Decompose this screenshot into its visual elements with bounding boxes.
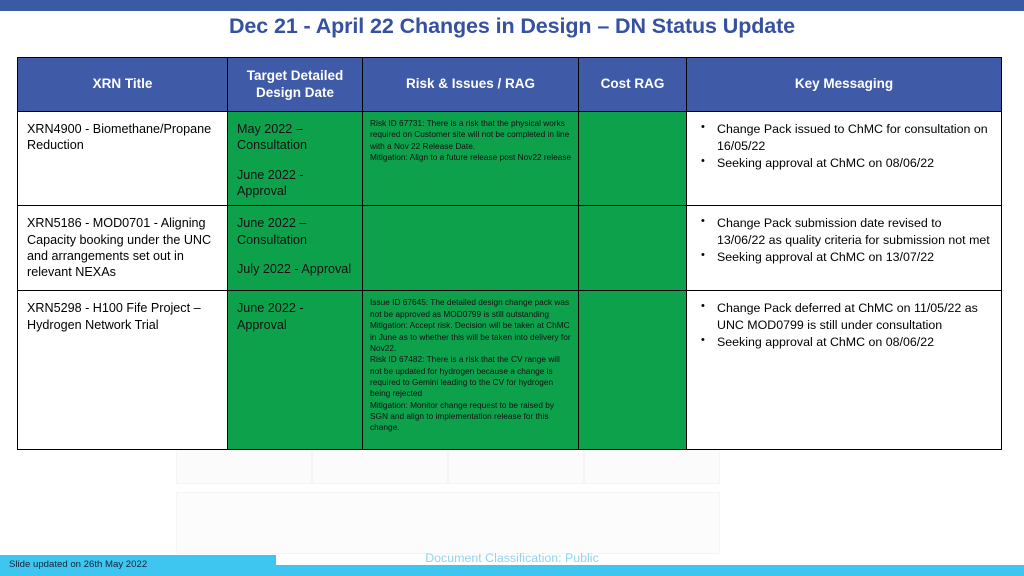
target-date-line-2: June 2022 - Approval — [237, 167, 304, 199]
column-header-cost-rag: Cost RAG — [578, 57, 687, 112]
footer-bar-left: Slide updated on 26th May 2022 — [0, 555, 276, 576]
list-item: Change Pack deferred at ChMC on 11/05/22… — [701, 299, 993, 333]
ghost-box — [176, 448, 312, 484]
footer-bar-right — [276, 565, 1024, 576]
cell-cost-rag — [578, 205, 687, 292]
list-item: Change Pack submission date revised to 1… — [701, 214, 993, 248]
cell-target-date: June 2022 – Consultation July 2022 - App… — [227, 205, 363, 292]
ghost-box — [312, 448, 448, 484]
risk-paragraph: Mitigation: Accept risk. Decision will b… — [370, 320, 571, 353]
ghost-box-wide — [176, 492, 720, 554]
slide-updated-label: Slide updated on 26th May 2022 — [9, 559, 148, 570]
page-title: Dec 21 - April 22 Changes in Design – DN… — [228, 14, 796, 38]
date-spacer — [237, 248, 356, 261]
column-header-risk-issues: Risk & Issues / RAG — [362, 57, 579, 112]
cell-risk-issues: Risk ID 67731: There is a risk that the … — [362, 110, 579, 207]
cell-cost-rag — [578, 110, 687, 207]
column-header-target-date: Target Detailed Design Date — [227, 57, 363, 112]
key-messaging-list: Change Pack issued to ChMC for consultat… — [691, 120, 993, 172]
table-row: XRN5186 - MOD0701 - Aligning Capacity bo… — [17, 205, 1002, 292]
column-header-xrn-title: XRN Title — [17, 57, 228, 112]
target-date-line-2: July 2022 - Approval — [237, 262, 352, 277]
top-accent-bar — [0, 0, 1024, 11]
dn-status-table: XRN Title Target Detailed Design Date Ri… — [17, 57, 1002, 451]
table-row: XRN5298 - H100 Fife Project – Hydrogen N… — [17, 290, 1002, 451]
date-spacer — [237, 154, 356, 167]
cell-key-messaging: Change Pack submission date revised to 1… — [686, 205, 1002, 292]
list-item: Seeking approval at ChMC on 08/06/22 — [701, 333, 993, 351]
table-row: XRN4900 - Biomethane/Propane Reduction M… — [17, 110, 1002, 207]
ghost-box — [584, 448, 720, 484]
key-messaging-list: Change Pack deferred at ChMC on 11/05/22… — [691, 299, 993, 351]
cell-xrn-title: XRN5186 - MOD0701 - Aligning Capacity bo… — [17, 205, 228, 292]
target-date-line-1: May 2022 – Consultation — [237, 122, 308, 153]
cell-risk-issues — [362, 205, 579, 292]
table-header-row: XRN Title Target Detailed Design Date Ri… — [17, 57, 1002, 112]
cell-xrn-title: XRN4900 - Biomethane/Propane Reduction — [17, 110, 228, 207]
list-item: Seeking approval at ChMC on 08/06/22 — [701, 154, 993, 172]
cell-risk-issues: Issue ID 67645: The detailed design chan… — [362, 290, 579, 451]
target-date-line-1: June 2022 – Consultation — [237, 216, 308, 247]
list-item: Change Pack issued to ChMC for consultat… — [701, 120, 993, 154]
risk-paragraph: Mitigation: Monitor change request to be… — [370, 399, 555, 433]
cell-cost-rag — [578, 290, 687, 451]
column-header-key-messaging: Key Messaging — [686, 57, 1002, 112]
list-item: Seeking approval at ChMC on 13/07/22 — [701, 248, 993, 266]
ghost-box — [448, 448, 584, 484]
cell-target-date: June 2022 - Approval — [227, 290, 363, 451]
risk-paragraph: Risk ID 67731: There is a risk that the … — [370, 118, 570, 151]
key-messaging-list: Change Pack submission date revised to 1… — [691, 214, 993, 266]
risk-paragraph: Risk ID 67482: There is a risk that the … — [370, 354, 560, 399]
cell-key-messaging: Change Pack issued to ChMC for consultat… — [686, 110, 1002, 207]
risk-paragraph: Mitigation: Align to a future release po… — [370, 152, 572, 163]
risk-paragraph: Issue ID 67645: The detailed design chan… — [370, 297, 570, 319]
cell-xrn-title: XRN5298 - H100 Fife Project – Hydrogen N… — [17, 290, 228, 451]
cell-key-messaging: Change Pack deferred at ChMC on 11/05/22… — [686, 290, 1002, 451]
cell-target-date: May 2022 – Consultation June 2022 - Appr… — [227, 110, 363, 207]
target-date-line-1: June 2022 - Approval — [237, 301, 304, 332]
